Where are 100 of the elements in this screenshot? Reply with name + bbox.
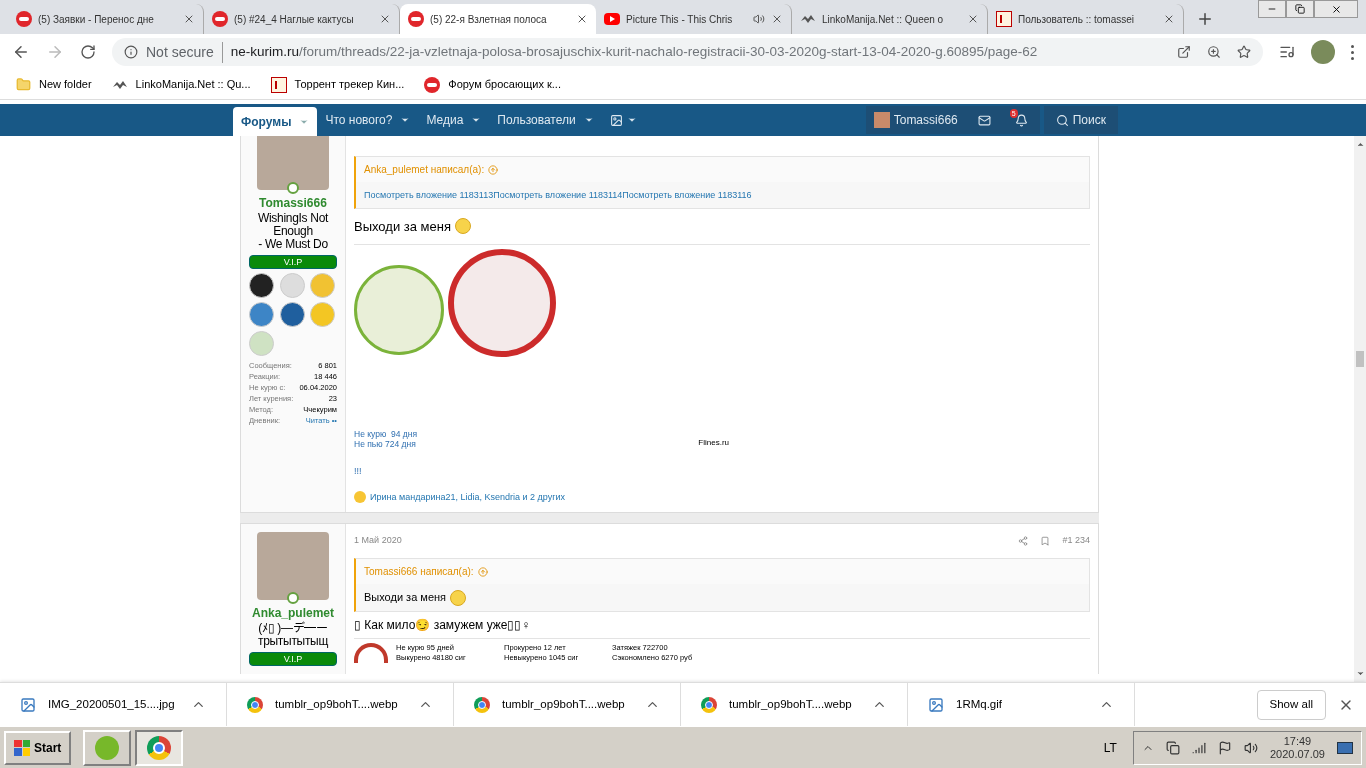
gallery-icon[interactable] — [609, 113, 623, 127]
search-button[interactable]: Поиск — [1043, 106, 1118, 134]
signature-line: Не пью 724 дня — [354, 439, 417, 449]
forum-nav-tab[interactable]: Медиа — [418, 104, 490, 136]
attachment-links[interactable]: Посмотреть вложение 1183113Посмотреть вложение 1183114Посмотреть вложение 1183116 — [364, 190, 752, 200]
reactions-link[interactable]: Ирина мандарина21, Lidia, Ksendria и 2 других — [370, 490, 565, 504]
start-button[interactable]: Start — [4, 730, 72, 765]
search-icon[interactable] — [1055, 113, 1069, 127]
tab-title: Picture This - This Chris — [626, 12, 734, 27]
bookmark-item[interactable]: Торрент трекер Кин... — [270, 76, 405, 93]
hand-award-icon[interactable] — [249, 273, 274, 298]
bookmark-star-icon[interactable] — [1237, 45, 1251, 59]
bell-icon[interactable] — [1014, 113, 1028, 127]
media-control-icon[interactable] — [1279, 44, 1295, 60]
scrollbar[interactable] — [1354, 136, 1366, 682]
image-file-icon — [20, 696, 36, 713]
profile-avatar[interactable] — [1311, 40, 1335, 64]
speaker-icon[interactable] — [753, 13, 765, 25]
scroll-up-icon[interactable] — [1355, 140, 1365, 149]
bookmark-item[interactable]: New folder — [16, 76, 92, 93]
menu-icon[interactable] — [1351, 44, 1354, 60]
back-icon[interactable] — [12, 43, 30, 61]
share-icon[interactable] — [1018, 536, 1029, 546]
laugh-emoji-icon — [354, 491, 366, 504]
show-all-button[interactable]: Show all — [1256, 689, 1326, 720]
k-logo-icon — [996, 11, 1012, 27]
post-date[interactable]: 1 Май 2020 — [354, 534, 402, 548]
user-name: Tomassi666 — [893, 112, 958, 129]
wink-emoji-icon — [454, 218, 471, 235]
tab-title: (5) Заявки - Перенос дне — [38, 12, 155, 27]
dropdown-caret-icon[interactable] — [471, 115, 482, 125]
vip-banner: V.I.P — [249, 255, 337, 269]
quote-text: Выходи за меня — [364, 591, 447, 603]
url-text: ne-kurim.ru/forum/threads/22-ja-vzletnaja-polosa-brosajuschix-kurit-nachalo-registracii-30-03-2020g-start-13-04-2020-g.60895/page-62 — [230, 42, 1038, 61]
emblem-icon — [800, 13, 816, 25]
bookmark-item[interactable]: LinkoManija.Net :: Qu... — [111, 76, 251, 93]
dropdown-caret-icon[interactable] — [583, 115, 594, 125]
file-name: tumblr_op9bohT....webp — [275, 696, 399, 712]
username-link[interactable]: Tomassi666 — [259, 194, 327, 212]
forum-nav-tab[interactable]: Пользователи — [489, 104, 602, 136]
language-indicator[interactable]: LT — [1103, 738, 1117, 757]
tab-title: LinkoManija.Net :: Queen o — [822, 12, 945, 27]
address-bar[interactable]: Not secure ne-kurim.ru/forum/threads/22-ja-vzletnaja-polosa-brosajuschix-kurit-nachalo-registracii-30-03-2020g-start-13-04-2020-g.60895/page-62 — [112, 38, 1263, 66]
close-icon[interactable] — [576, 13, 588, 25]
chrome-icon — [701, 696, 717, 713]
forum-nav-tab[interactable]: Форумы — [233, 107, 318, 136]
chrome-icon — [247, 696, 263, 713]
chrome-app-icon[interactable] — [135, 729, 184, 766]
signature-text: !!! — [354, 465, 363, 478]
file-name: IMG_20200501_15....jpg — [48, 696, 176, 712]
tab-title: (5) #24_4 Наглые кактусы — [234, 12, 355, 27]
browser-tab[interactable]: (5) 22-я Взлетная полоса — [400, 4, 596, 34]
file-name: tumblr_op9bohT....webp — [729, 696, 853, 712]
reload-icon[interactable] — [80, 44, 96, 60]
open-in-app-icon[interactable] — [1177, 45, 1191, 59]
volume-icon[interactable] — [1243, 740, 1258, 755]
info-icon[interactable] — [124, 45, 138, 59]
scroll-down-icon[interactable] — [1355, 669, 1365, 678]
username-link[interactable]: Anka_pulemet — [252, 604, 334, 622]
online-status-icon — [287, 592, 299, 604]
online-status-icon — [287, 182, 299, 194]
folder-icon — [16, 77, 31, 92]
play-icon — [604, 13, 620, 25]
minimize-button[interactable] — [1258, 0, 1286, 18]
new-tab-icon[interactable] — [1196, 10, 1214, 28]
post-text: Выходи за меня — [354, 217, 451, 236]
signature-site: Flines.ru — [698, 437, 729, 449]
user-title: - We Must Do — [258, 238, 328, 251]
person-award-icon[interactable] — [249, 302, 274, 327]
zoom-icon[interactable] — [1207, 45, 1221, 59]
clock-time[interactable]: 17:49 — [1283, 734, 1312, 748]
signature-line: Не курю 94 дня — [354, 429, 418, 439]
tab-title: (5) 22-я Взлетная полоса — [430, 12, 548, 27]
dropdown-caret-icon[interactable] — [626, 115, 637, 125]
clock-date[interactable]: 2020.07.09 — [1269, 747, 1325, 761]
dropdown-caret-icon[interactable] — [400, 115, 411, 125]
flag-icon[interactable] — [1217, 740, 1232, 755]
scrollbar-thumb[interactable] — [1356, 351, 1364, 367]
post-number-link[interactable]: #1 234 — [1062, 534, 1090, 548]
user-title: (ﾒ▯ )—デ━ー — [258, 622, 328, 635]
file-name: 1RMq.gif — [956, 696, 1004, 712]
restore-button[interactable] — [1286, 0, 1314, 18]
post-text: ▯ Как мило😏 замужем уже▯▯♀ — [354, 616, 1090, 640]
torrent-app-icon[interactable] — [83, 729, 132, 766]
restore-icon[interactable] — [1295, 4, 1305, 14]
wink-emoji-icon — [450, 590, 467, 607]
device-icon[interactable] — [1165, 740, 1180, 755]
megaphone-award-icon[interactable] — [279, 302, 305, 327]
network-signal-icon[interactable] — [1191, 740, 1206, 755]
no-smoking-icon — [408, 11, 424, 27]
file-name: tumblr_op9bohT....webp — [502, 696, 626, 712]
desktop-icon[interactable] — [1337, 741, 1353, 754]
forum-nav-tab[interactable]: Что нового? — [317, 104, 419, 136]
bookmark-item[interactable]: Форум бросающих к... — [424, 76, 561, 93]
chrome-icon — [474, 696, 490, 713]
image-file-icon — [928, 696, 944, 713]
user-menu[interactable]: Tomassi666 — [865, 106, 966, 134]
mail-icon[interactable] — [977, 113, 991, 127]
close-icon[interactable] — [1330, 3, 1342, 15]
user-title: WishingIs Not Enough — [256, 212, 330, 238]
